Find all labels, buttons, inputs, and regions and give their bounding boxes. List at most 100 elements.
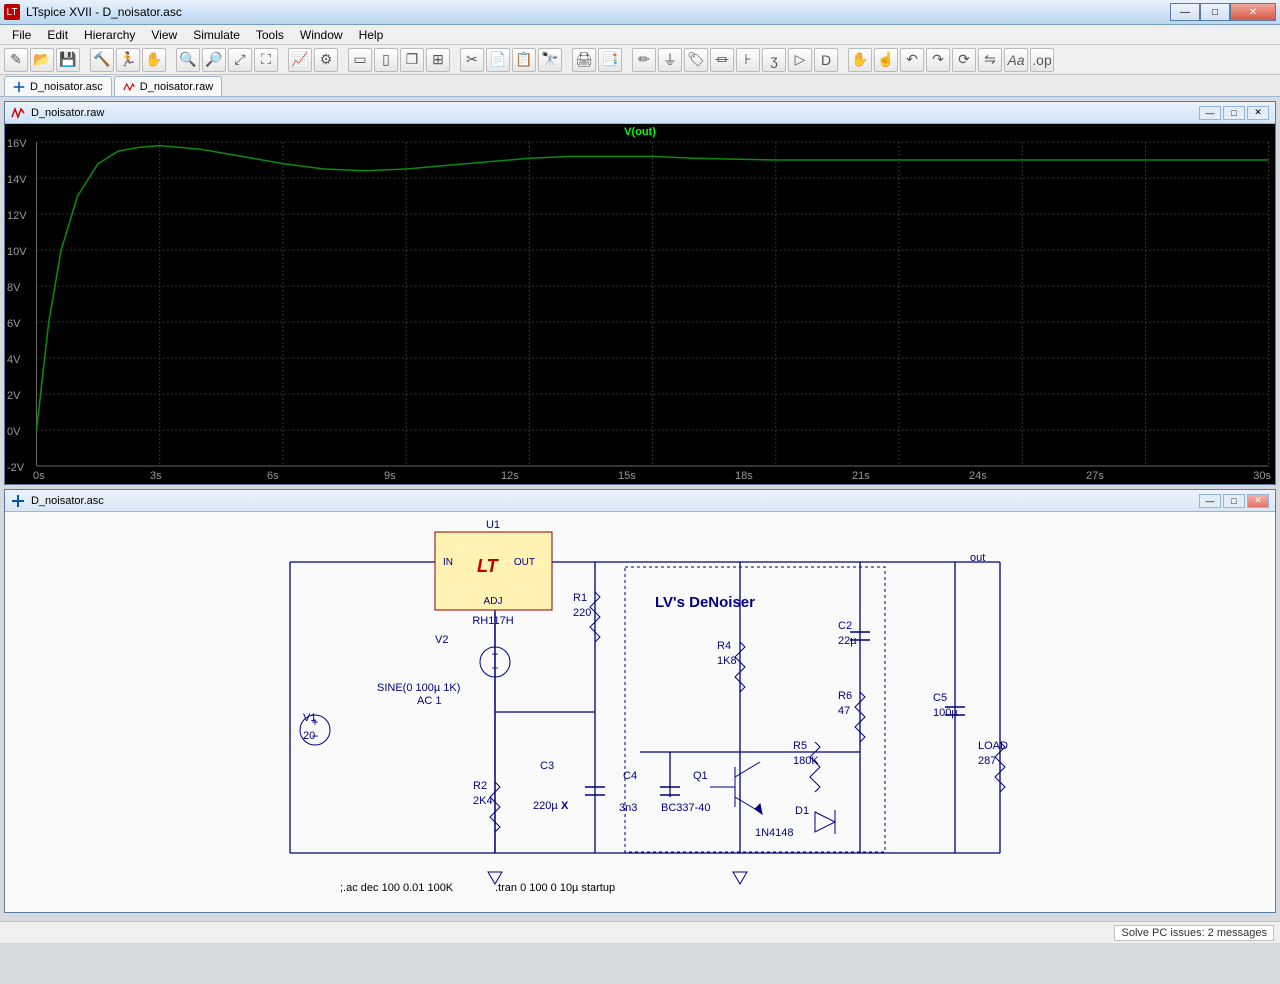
label-r6-val[interactable]: 47 xyxy=(838,705,850,717)
diode-icon[interactable]: ▷ xyxy=(788,48,812,72)
waveform-plot[interactable]: V(out) 16V 14V 12V 10V 8V 6V 4V 2V 0V -2… xyxy=(5,124,1275,484)
new-schematic-icon[interactable]: ✎ xyxy=(4,48,28,72)
autorange-icon[interactable]: 📈 xyxy=(288,48,312,72)
label-v2-val2[interactable]: AC 1 xyxy=(417,695,441,707)
sub-close-button[interactable]: ✕ xyxy=(1247,494,1269,508)
menu-hierarchy[interactable]: Hierarchy xyxy=(76,26,143,44)
find-icon[interactable]: 🔭 xyxy=(538,48,562,72)
zoom-full-icon[interactable]: ⛶ xyxy=(254,48,278,72)
schematic-title: D_noisator.asc xyxy=(31,495,104,507)
sub-maximize-button[interactable]: □ xyxy=(1223,106,1245,120)
label-load-val[interactable]: 287 xyxy=(978,755,996,767)
zoom-in-icon[interactable]: 🔍 xyxy=(176,48,200,72)
label-r2[interactable]: R2 xyxy=(473,780,487,792)
run-icon[interactable]: 🏃 xyxy=(116,48,140,72)
capacitor-icon[interactable]: ⊦ xyxy=(736,48,760,72)
label-r6[interactable]: R6 xyxy=(838,690,852,702)
label-v2[interactable]: V2 xyxy=(435,634,448,646)
menu-view[interactable]: View xyxy=(143,26,185,44)
spice-directive-icon[interactable]: .op xyxy=(1030,48,1054,72)
label-x[interactable]: X xyxy=(561,800,568,812)
y-tick: 6V xyxy=(7,318,20,330)
component-r5[interactable] xyxy=(810,742,820,792)
status-message[interactable]: Solve PC issues: 2 messages xyxy=(1114,925,1274,941)
component-q1[interactable] xyxy=(710,762,762,814)
label-c5[interactable]: C5 xyxy=(933,692,947,704)
label-r4[interactable]: R4 xyxy=(717,640,731,652)
sub-maximize-button[interactable]: □ xyxy=(1223,494,1245,508)
menu-simulate[interactable]: Simulate xyxy=(185,26,248,44)
tab-waveform[interactable]: D_noisator.raw xyxy=(114,76,222,96)
label-net-icon[interactable]: 🏷 xyxy=(684,48,708,72)
save-icon[interactable]: 💾 xyxy=(56,48,80,72)
menu-tools[interactable]: Tools xyxy=(248,26,292,44)
label-c2[interactable]: C2 xyxy=(838,620,852,632)
component-icon[interactable]: D xyxy=(814,48,838,72)
sub-close-button[interactable]: ✕ xyxy=(1247,106,1269,120)
sub-minimize-button[interactable]: — xyxy=(1199,494,1221,508)
label-c3[interactable]: C3 xyxy=(540,760,554,772)
menu-window[interactable]: Window xyxy=(292,26,351,44)
label-load[interactable]: LOAD xyxy=(978,740,1008,752)
directive-ac[interactable]: ;.ac dec 100 0.01 100K xyxy=(340,882,453,894)
svg-text:ADJ: ADJ xyxy=(484,596,503,607)
copy-icon[interactable]: 📄 xyxy=(486,48,510,72)
schematic-canvas[interactable]: U1 IN OUT ADJ RH117H LT + − + − xyxy=(5,512,1275,912)
text-icon[interactable]: Aa xyxy=(1004,48,1028,72)
inductor-icon[interactable]: ʒ xyxy=(762,48,786,72)
tile-horz-icon[interactable]: ▭ xyxy=(348,48,372,72)
label-out-net[interactable]: out xyxy=(970,552,985,564)
minimize-button[interactable]: — xyxy=(1170,3,1200,21)
menu-edit[interactable]: Edit xyxy=(39,26,76,44)
halt-icon[interactable]: ✋ xyxy=(142,48,166,72)
label-r1[interactable]: R1 xyxy=(573,592,587,604)
label-q1[interactable]: Q1 xyxy=(693,770,708,782)
label-r4-val[interactable]: 1K8 xyxy=(717,655,737,667)
tile-vert-icon[interactable]: ▯ xyxy=(374,48,398,72)
label-v1-val[interactable]: 20 xyxy=(303,730,315,742)
menu-file[interactable]: File xyxy=(4,26,39,44)
label-c2-val[interactable]: 22µ xyxy=(838,635,857,647)
rotate-icon[interactable]: ⟳ xyxy=(952,48,976,72)
label-c4[interactable]: C4 xyxy=(623,770,637,782)
print-setup-icon[interactable]: 📑 xyxy=(598,48,622,72)
label-d1-val[interactable]: 1N4148 xyxy=(755,827,794,839)
label-r5-val[interactable]: 180K xyxy=(793,755,819,767)
resistor-icon[interactable]: ⏛ xyxy=(710,48,734,72)
open-icon[interactable]: 📂 xyxy=(30,48,54,72)
label-q1-val[interactable]: BC337-40 xyxy=(661,802,711,814)
label-c5-val[interactable]: 100µ xyxy=(933,707,958,719)
menu-help[interactable]: Help xyxy=(351,26,392,44)
redo-icon[interactable]: ↷ xyxy=(926,48,950,72)
tab-schematic[interactable]: D_noisator.asc xyxy=(4,76,112,96)
component-d1[interactable] xyxy=(815,810,835,834)
settings-icon[interactable]: ⚙ xyxy=(314,48,338,72)
cascade-icon[interactable]: ❐ xyxy=(400,48,424,72)
ground-icon[interactable]: ⏚ xyxy=(658,48,682,72)
label-v1[interactable]: V1 xyxy=(303,712,316,724)
label-v2-val1[interactable]: SINE(0 100µ 1K) xyxy=(377,682,460,694)
directive-tran[interactable]: .tran 0 100 0 10µ startup xyxy=(495,882,615,894)
close-button[interactable]: ✕ xyxy=(1230,3,1276,21)
label-c3-val[interactable]: 220µ xyxy=(533,800,558,812)
close-all-icon[interactable]: ⊞ xyxy=(426,48,450,72)
label-c4-val[interactable]: 3n3 xyxy=(619,802,637,814)
zoom-pan-icon[interactable]: ⤢ xyxy=(228,48,252,72)
label-d1[interactable]: D1 xyxy=(795,805,809,817)
label-r5[interactable]: R5 xyxy=(793,740,807,752)
zoom-out-icon[interactable]: 🔎 xyxy=(202,48,226,72)
label-r2-val[interactable]: 2K4 xyxy=(473,795,493,807)
trace-label[interactable]: V(out) xyxy=(624,126,656,138)
label-r1-val[interactable]: 220 xyxy=(573,607,591,619)
sub-minimize-button[interactable]: — xyxy=(1199,106,1221,120)
mirror-icon[interactable]: ⇋ xyxy=(978,48,1002,72)
maximize-button[interactable]: □ xyxy=(1200,3,1230,21)
hammer-icon[interactable]: 🔨 xyxy=(90,48,114,72)
print-icon[interactable]: 🖨 xyxy=(572,48,596,72)
paste-icon[interactable]: 📋 xyxy=(512,48,536,72)
drag-icon[interactable]: ☝ xyxy=(874,48,898,72)
move-icon[interactable]: ✋ xyxy=(848,48,872,72)
cut-icon[interactable]: ✂ xyxy=(460,48,484,72)
draw-wire-icon[interactable]: ✏ xyxy=(632,48,656,72)
undo-icon[interactable]: ↶ xyxy=(900,48,924,72)
